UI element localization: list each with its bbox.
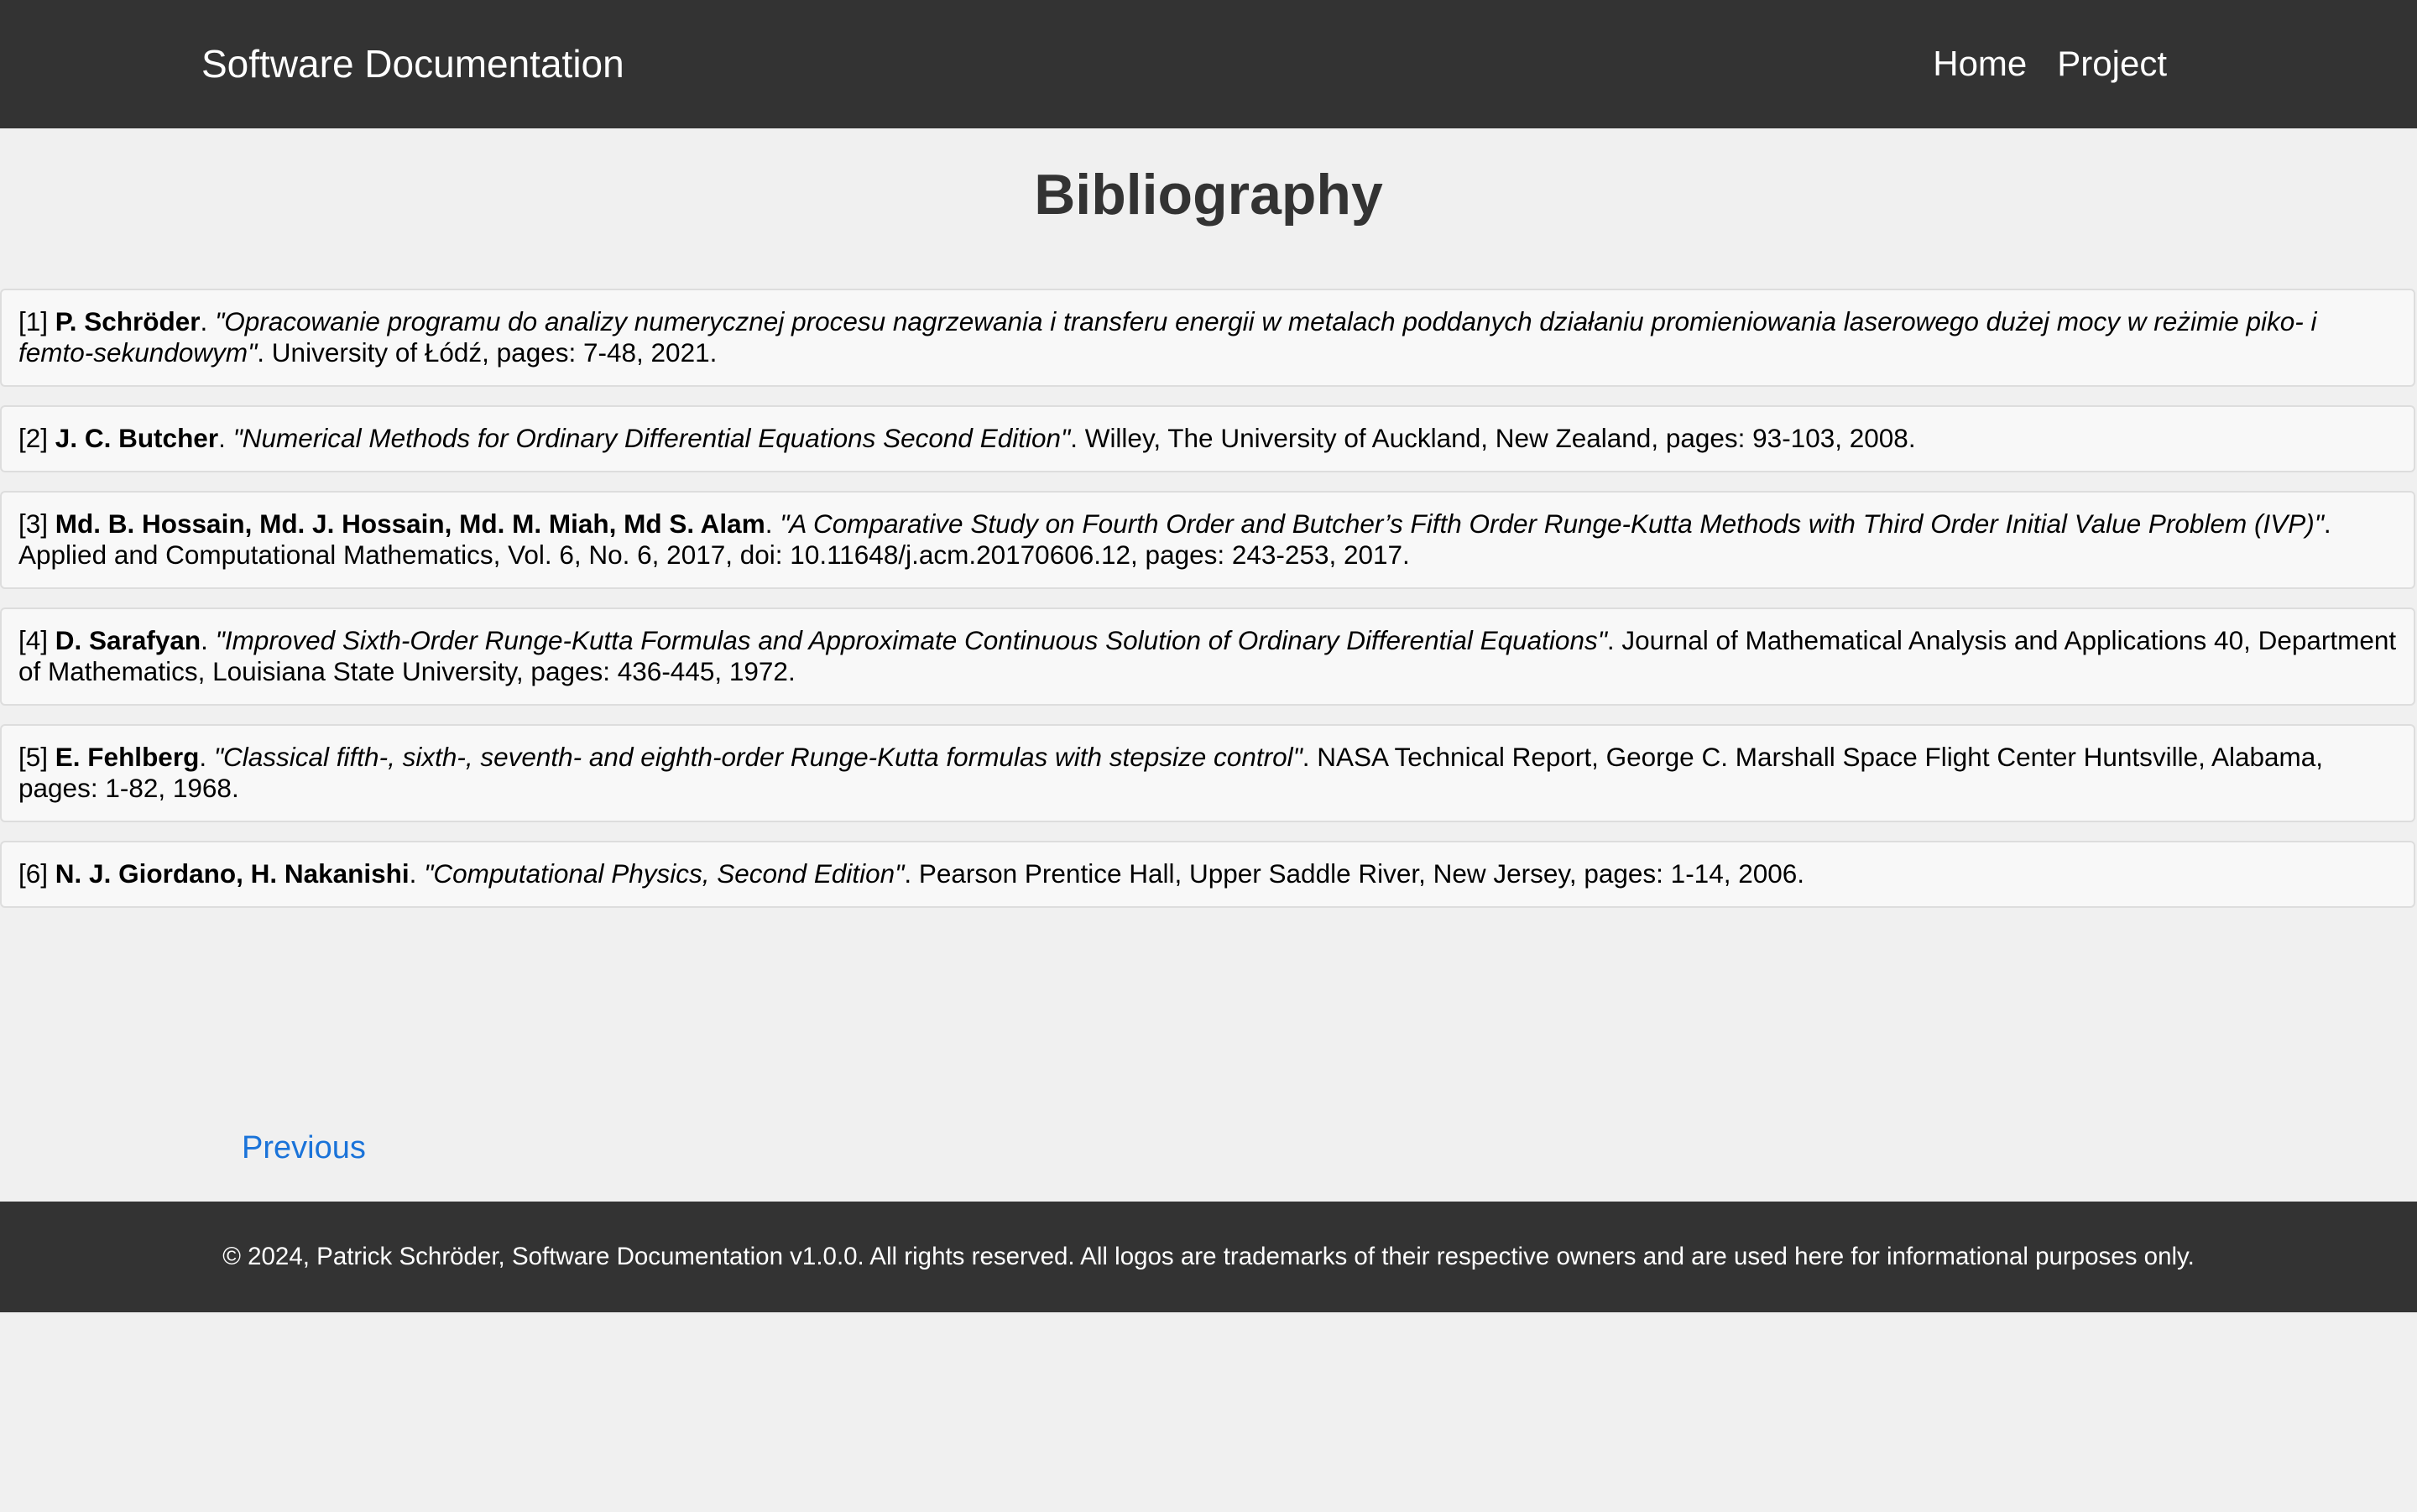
entry-number: [2]	[18, 423, 49, 453]
entry-title: "Computational Physics, Second Edition"	[424, 858, 905, 889]
entry-title: "A Comparative Study on Fourth Order and…	[780, 508, 2324, 539]
site-footer: © 2024, Patrick Schröder, Software Docum…	[0, 1202, 2417, 1312]
top-nav: Home Project	[1933, 42, 2167, 86]
entry-number: [4]	[18, 625, 49, 655]
entry-title: "Numerical Methods for Ordinary Differen…	[232, 423, 1071, 453]
entry-number: [3]	[18, 508, 49, 539]
nav-project-link[interactable]: Project	[2057, 42, 2167, 86]
bibliography-entry: [4] D. Sarafyan. "Improved Sixth-Order R…	[0, 607, 2415, 706]
footer-copyright: © 2024, Patrick Schröder, Software Docum…	[222, 1243, 2195, 1270]
previous-page-link[interactable]: Previous	[242, 1129, 366, 1166]
entry-details: . Willey, The University of Auckland, Ne…	[1070, 423, 1916, 453]
entry-title: "Classical fifth-, sixth-, seventh- and …	[213, 742, 1302, 772]
entry-details: . University of Łódź, pages: 7-48, 2021.	[257, 337, 718, 368]
nav-home-link[interactable]: Home	[1933, 42, 2027, 86]
bibliography-entry: [1] P. Schröder. "Opracowanie programu d…	[0, 289, 2415, 387]
bibliography-entry: [6] N. J. Giordano, H. Nakanishi. "Compu…	[0, 841, 2415, 908]
page-title: Bibliography	[1034, 163, 1383, 227]
entry-authors: N. J. Giordano, H. Nakanishi	[55, 858, 410, 889]
entry-details: . Pearson Prentice Hall, Upper Saddle Ri…	[904, 858, 1805, 889]
bibliography-entry: [2] J. C. Butcher. "Numerical Methods fo…	[0, 405, 2415, 472]
entry-authors: Md. B. Hossain, Md. J. Hossain, Md. M. M…	[55, 508, 765, 539]
entry-title: "Improved Sixth-Order Runge-Kutta Formul…	[215, 625, 1607, 655]
bibliography-entry: [3] Md. B. Hossain, Md. J. Hossain, Md. …	[0, 491, 2415, 589]
bibliography-list: [1] P. Schröder. "Opracowanie programu d…	[0, 289, 2417, 926]
entry-authors: J. C. Butcher	[55, 423, 219, 453]
entry-number: [1]	[18, 306, 49, 336]
site-header: Software Documentation Home Project	[0, 0, 2417, 128]
entry-number: [6]	[18, 858, 49, 889]
bibliography-entry: [5] E. Fehlberg. "Classical fifth-, sixt…	[0, 724, 2415, 822]
entry-authors: E. Fehlberg	[55, 742, 200, 772]
site-brand-link[interactable]: Software Documentation	[201, 42, 624, 86]
entry-authors: D. Sarafyan	[55, 625, 201, 655]
entry-number: [5]	[18, 742, 49, 772]
entry-authors: P. Schröder	[55, 306, 201, 336]
